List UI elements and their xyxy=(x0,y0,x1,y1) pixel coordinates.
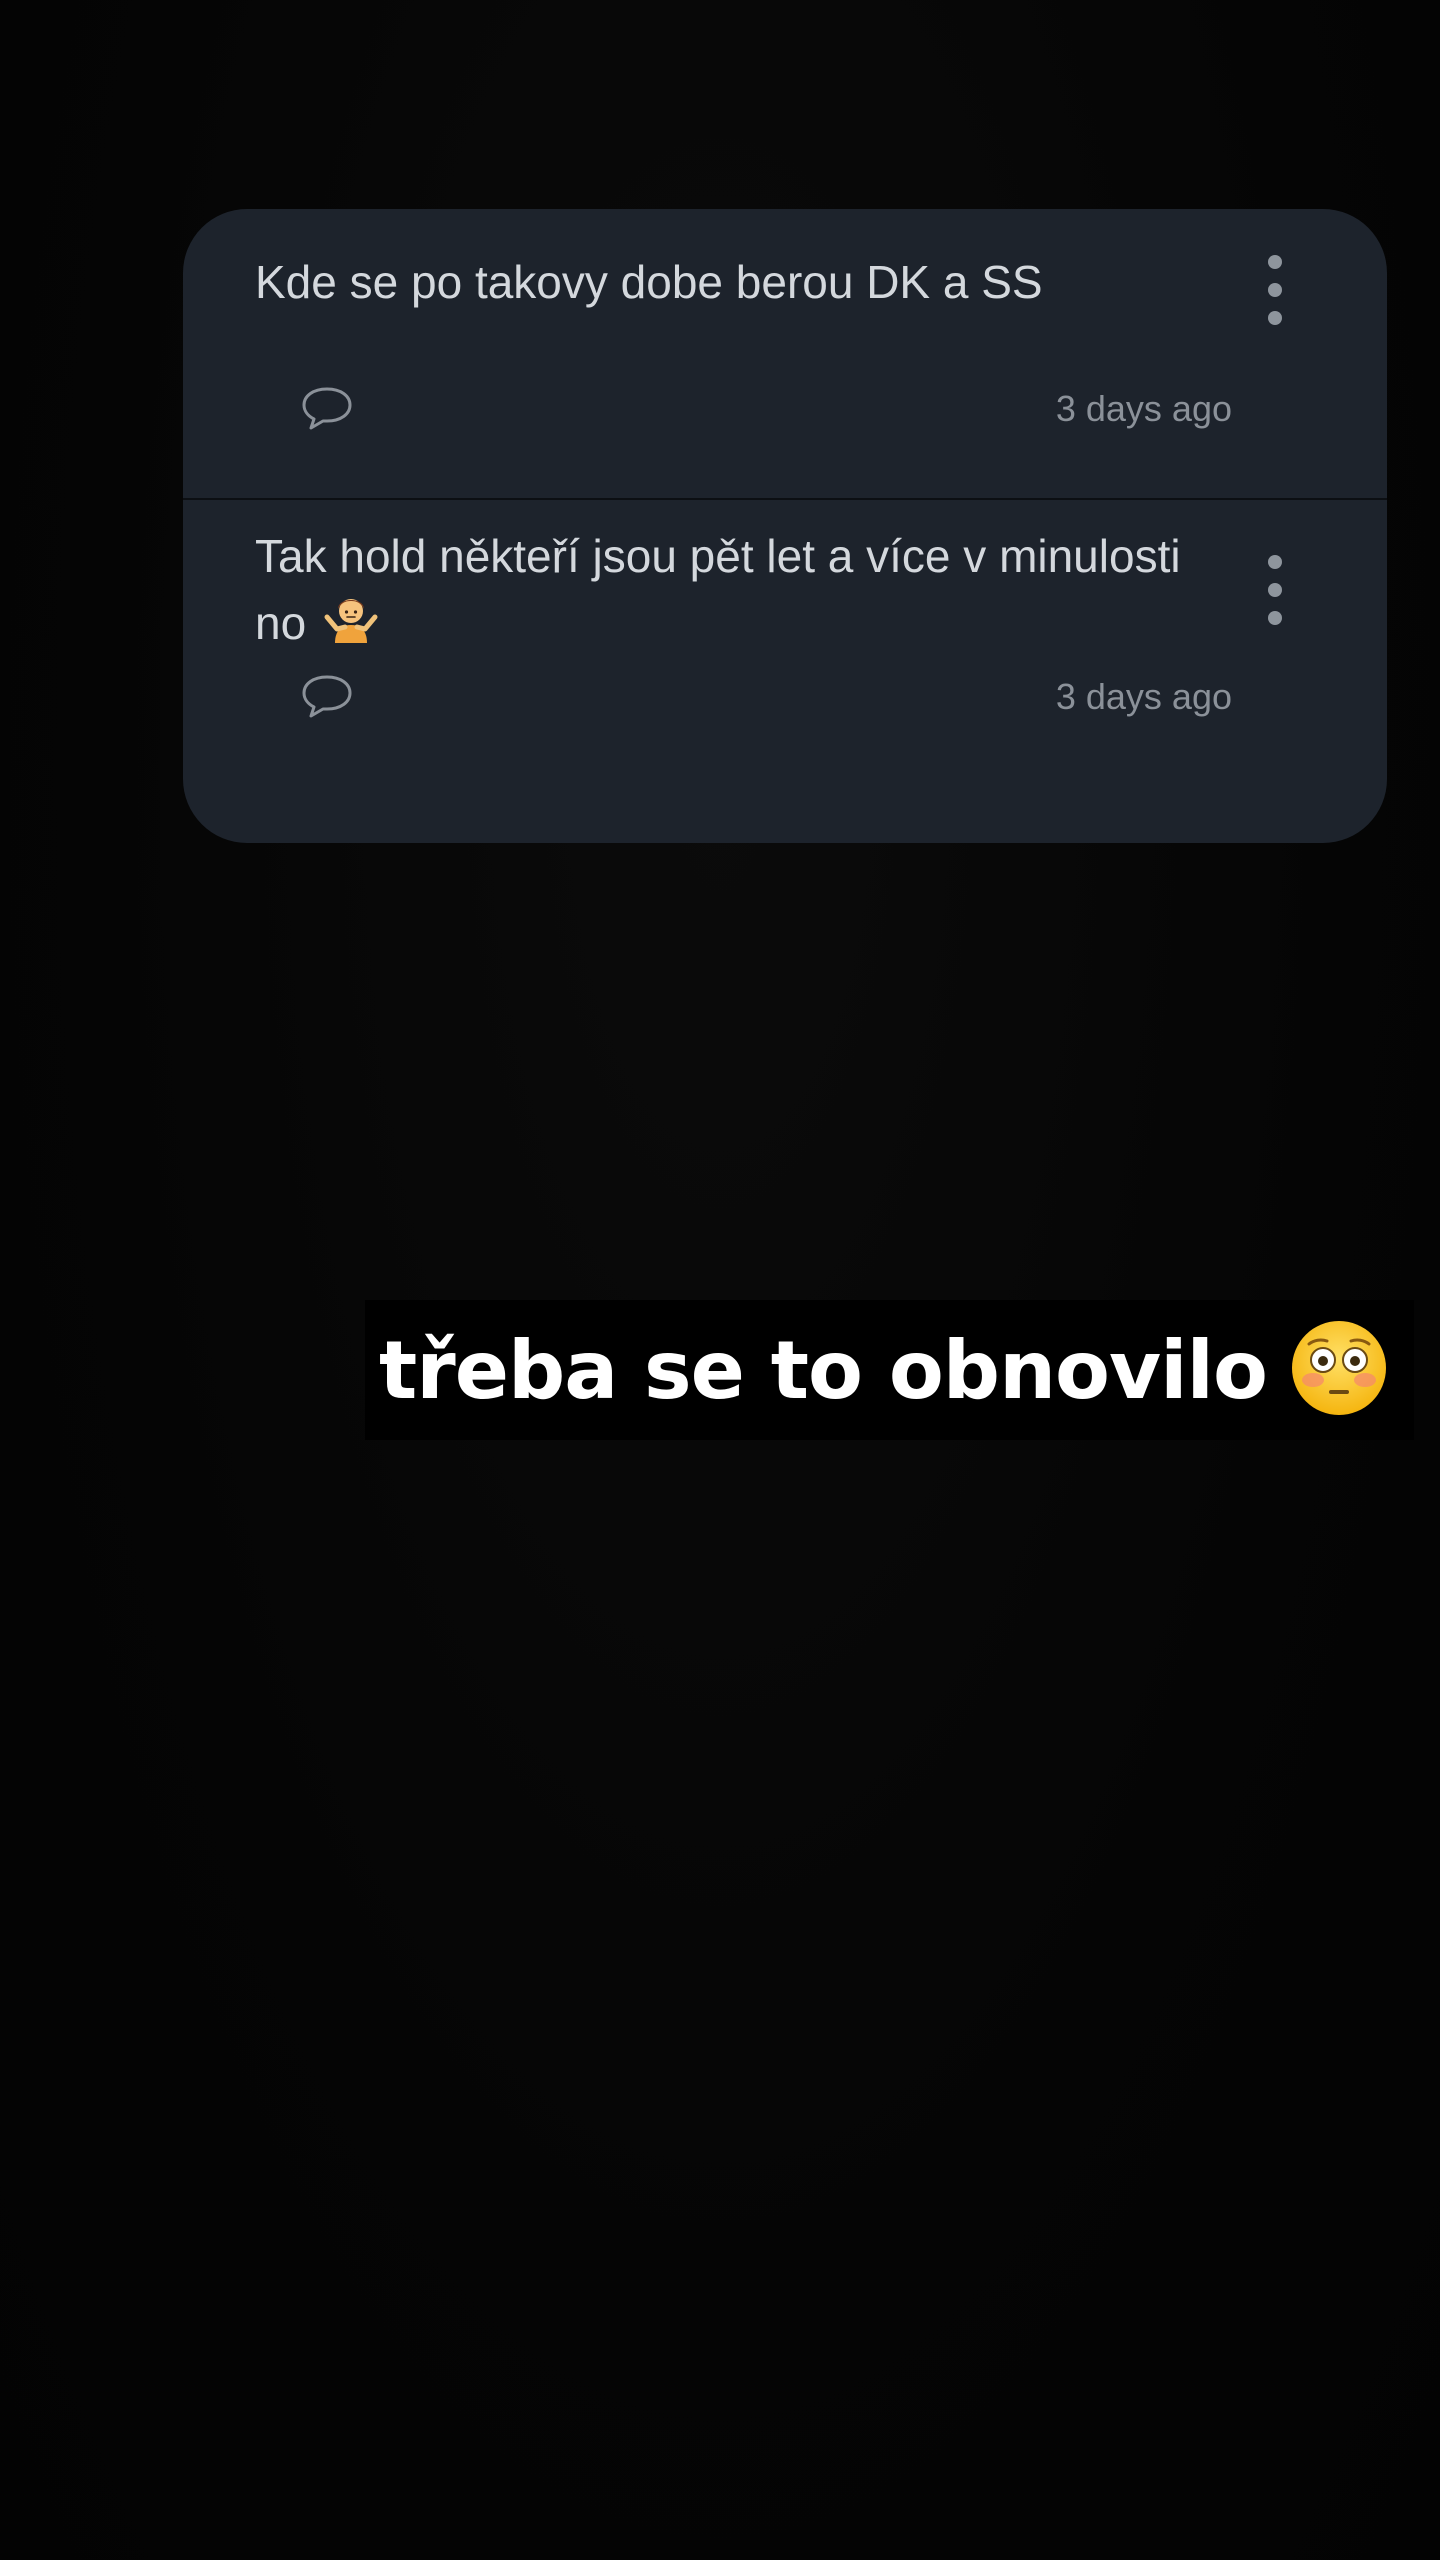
comment-item[interactable]: Tak hold někteří jsou pět let a více v m… xyxy=(183,500,1387,843)
comment-timestamp: 3 days ago xyxy=(1055,676,1232,717)
more-vertical-icon-dot xyxy=(1268,283,1282,297)
comments-card: Kde se po takovy dobe berou DK a SS 3 da… xyxy=(183,209,1387,843)
person-shrugging-emoji-icon xyxy=(323,589,379,662)
comment-text-body: Tak hold někteří jsou pět let a více v m… xyxy=(255,530,1181,649)
caption-text: třeba se to obnovilo xyxy=(379,1323,1268,1417)
comment-timestamp: 3 days ago xyxy=(1055,388,1232,429)
more-vertical-icon-dot xyxy=(1268,311,1282,325)
more-vertical-icon-dot xyxy=(1268,583,1282,597)
comment-item[interactable]: Kde se po takovy dobe berou DK a SS 3 da… xyxy=(183,209,1387,498)
more-options-button[interactable] xyxy=(1255,255,1295,325)
speech-bubble-icon xyxy=(302,675,352,718)
story-caption: třeba se to obnovilo xyxy=(365,1300,1414,1440)
comment-text: Kde se po takovy dobe berou DK a SS xyxy=(255,256,1043,308)
reply-button[interactable] xyxy=(299,672,355,722)
more-options-button[interactable] xyxy=(1255,555,1295,625)
flushed-face-emoji-icon xyxy=(1289,1318,1389,1423)
more-vertical-icon-dot xyxy=(1268,611,1282,625)
reply-button[interactable] xyxy=(299,384,355,434)
more-vertical-icon xyxy=(1268,255,1282,269)
speech-bubble-icon xyxy=(302,387,352,430)
comment-text: Tak hold někteří jsou pět let a více v m… xyxy=(255,523,1185,662)
more-vertical-icon xyxy=(1268,555,1282,569)
